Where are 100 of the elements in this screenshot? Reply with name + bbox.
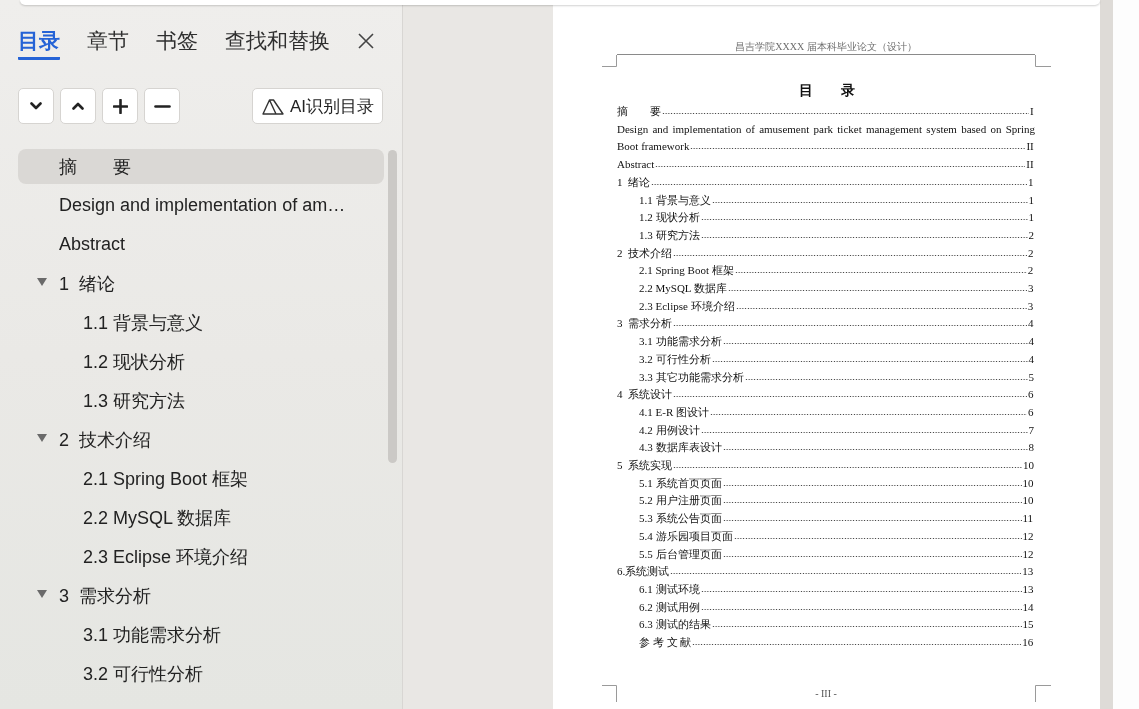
toc-page-number: 7 <box>1028 423 1034 436</box>
outline-item[interactable]: 3 需求分析 <box>18 578 384 613</box>
toc-entry-title: Design and implementation of amusement park ticket management system based on Spring <box>617 122 1035 135</box>
toc-entry-title: Boot framework <box>617 140 690 153</box>
outline-item[interactable]: 3.2 可行性分析 <box>18 656 384 691</box>
toc-page-number: II <box>1026 158 1034 171</box>
caret-icon[interactable] <box>37 277 47 286</box>
outline-item[interactable]: 1 绪论 <box>18 266 384 301</box>
toc-page-number: 1 <box>1028 193 1034 206</box>
tab[interactable]: 书签 <box>156 28 198 60</box>
chevron-up-icon <box>72 102 84 110</box>
outline-item[interactable]: 3.1 功能需求分析 <box>18 617 384 652</box>
toc-page-number: 14 <box>1022 600 1034 613</box>
toc-entry-title: 1.3 研究方法 <box>639 228 700 241</box>
toc-entry-title: 参 考 文 献 <box>639 636 692 649</box>
toc-page-number: 10 <box>1023 459 1034 472</box>
outline-item[interactable]: Abstract <box>18 227 384 262</box>
toc-page-number: 12 <box>1022 547 1034 560</box>
toc-entry-title: 1.1 背景与意义 <box>639 193 711 206</box>
outline-item[interactable]: 2 技术介绍 <box>18 422 384 457</box>
outline-item[interactable]: Design and implementation of am… <box>18 188 384 223</box>
toc-entry-title: 2.1 Spring Boot 框架 <box>639 264 734 277</box>
toc-entry-title: 6.1 测试环境 <box>639 583 700 595</box>
page-header-text: 昌吉学院XXXX 届本科毕业论文（设计） <box>735 41 917 52</box>
toc-entry-title: 3 需求分析 <box>617 317 672 330</box>
toc-entry-title: 4.2 用例设计 <box>639 423 700 436</box>
toc-page-number: 8 <box>1028 441 1034 454</box>
toc-entry-title: 摘 要 <box>617 105 661 117</box>
outline-item[interactable]: 1.3 研究方法 <box>18 383 384 418</box>
outline-item[interactable]: 2.1 Spring Boot 框架 <box>18 461 384 496</box>
toc-entry-title: 3.3 其它功能需求分析 <box>639 370 744 383</box>
minus-icon <box>153 104 171 108</box>
outline-item[interactable]: 2.2 MySQL 数据库 <box>18 500 384 535</box>
outline-item[interactable]: 摘 要 <box>18 149 384 184</box>
toc-page-number: 3 <box>1027 282 1034 295</box>
toc-page-number: 6 <box>1028 388 1034 401</box>
toc-page-number: 4 <box>1028 335 1034 348</box>
toc-entry-title: 6.3 测试的结果 <box>639 618 711 631</box>
toc-page-number: I <box>1030 105 1034 117</box>
toc-entry-title: 1 绪论 <box>617 175 650 188</box>
corner-mark <box>1035 684 1051 702</box>
toc-entry-title: 3.1 功能需求分析 <box>639 335 722 348</box>
toc-entry-title: 2.3 Eclipse 环境介绍 <box>639 299 735 312</box>
outline-item[interactable]: 1.2 现状分析 <box>18 344 384 379</box>
triangles-icon <box>261 97 284 115</box>
toc-entry-title: 6.2 测试用例 <box>639 600 700 613</box>
chevron-down-icon <box>30 102 42 110</box>
toc-entry-title: 5.5 后台管理页面 <box>639 547 722 560</box>
tab[interactable]: 章节 <box>87 28 129 60</box>
toc-page-number: II <box>1026 140 1034 153</box>
toc-page-number: 6 <box>1028 405 1034 418</box>
toc-page-number: 2 <box>1028 228 1034 241</box>
toc-page-number: 2 <box>1028 246 1034 259</box>
toc-entry-title: 5.1 系统首页页面 <box>639 476 722 489</box>
scrollbar[interactable] <box>388 150 397 463</box>
toc-page-number: 1 <box>1028 211 1034 224</box>
toc-entry-title: 5.3 系统公告页面 <box>639 512 722 525</box>
tab[interactable]: 目录 <box>18 28 60 60</box>
toc-entry-title: 2 技术介绍 <box>617 246 672 259</box>
minus-button[interactable] <box>144 88 180 124</box>
outline-item[interactable]: 1.1 背景与意义 <box>18 305 384 340</box>
toc-page-number: 11 <box>1022 512 1034 525</box>
toc-page-number: 10 <box>1022 494 1034 507</box>
up-button[interactable] <box>60 88 96 124</box>
toc-page-number: 13 <box>1022 565 1034 578</box>
toc-entry-title: 5 系统实现 <box>617 459 672 472</box>
toc-heading: 目 录 <box>798 82 855 100</box>
tab[interactable]: 查找和替换 <box>225 28 330 60</box>
corner-mark <box>602 684 617 702</box>
down-button[interactable] <box>18 88 54 124</box>
ai-toc-button[interactable]: AI识别目录 <box>251 88 383 124</box>
corner-mark <box>602 55 617 67</box>
corner-mark <box>1035 55 1051 67</box>
caret-icon[interactable] <box>37 589 47 598</box>
toc-entry-title: 5.2 用户注册页面 <box>639 494 722 507</box>
toc-page-number: 13 <box>1022 583 1034 595</box>
toc-page-number: 15 <box>1022 618 1034 631</box>
close-icon[interactable] <box>358 33 374 49</box>
toc-entry-title: Abstract <box>617 158 655 171</box>
toc-entry-title: 4 系统设计 <box>617 388 672 401</box>
toc-page-number: 5 <box>1028 370 1034 383</box>
toc-page-number: 12 <box>1022 529 1034 542</box>
page-number: - III - <box>815 686 837 701</box>
outline-item[interactable]: 2.3 Eclipse 环境介绍 <box>18 539 384 574</box>
toc-entry-title: 2.2 MySQL 数据库 <box>639 282 727 295</box>
toc-entry-title: 4.1 E-R 图设计 <box>639 405 709 418</box>
toc-entry-title: 1.2 现状分析 <box>639 211 700 224</box>
plus-icon <box>112 98 128 114</box>
caret-icon[interactable] <box>37 433 47 442</box>
scrollbar[interactable] <box>1100 0 1113 709</box>
toc-page-number: 3 <box>1027 299 1034 312</box>
toc-entry-title: 3.2 可行性分析 <box>639 352 711 365</box>
toc-page-number: 4 <box>1028 317 1034 330</box>
toc-entry-title: 6.系统测试 <box>617 565 670 578</box>
toc-entry-title: 5.4 游乐园项目页面 <box>639 529 733 542</box>
toc-page-number: 10 <box>1022 476 1034 489</box>
plus-button[interactable] <box>102 88 138 124</box>
toc-page-number: 16 <box>1022 636 1034 649</box>
toc-page-number: 4 <box>1028 352 1034 365</box>
toc-page-number: 2 <box>1027 264 1034 277</box>
